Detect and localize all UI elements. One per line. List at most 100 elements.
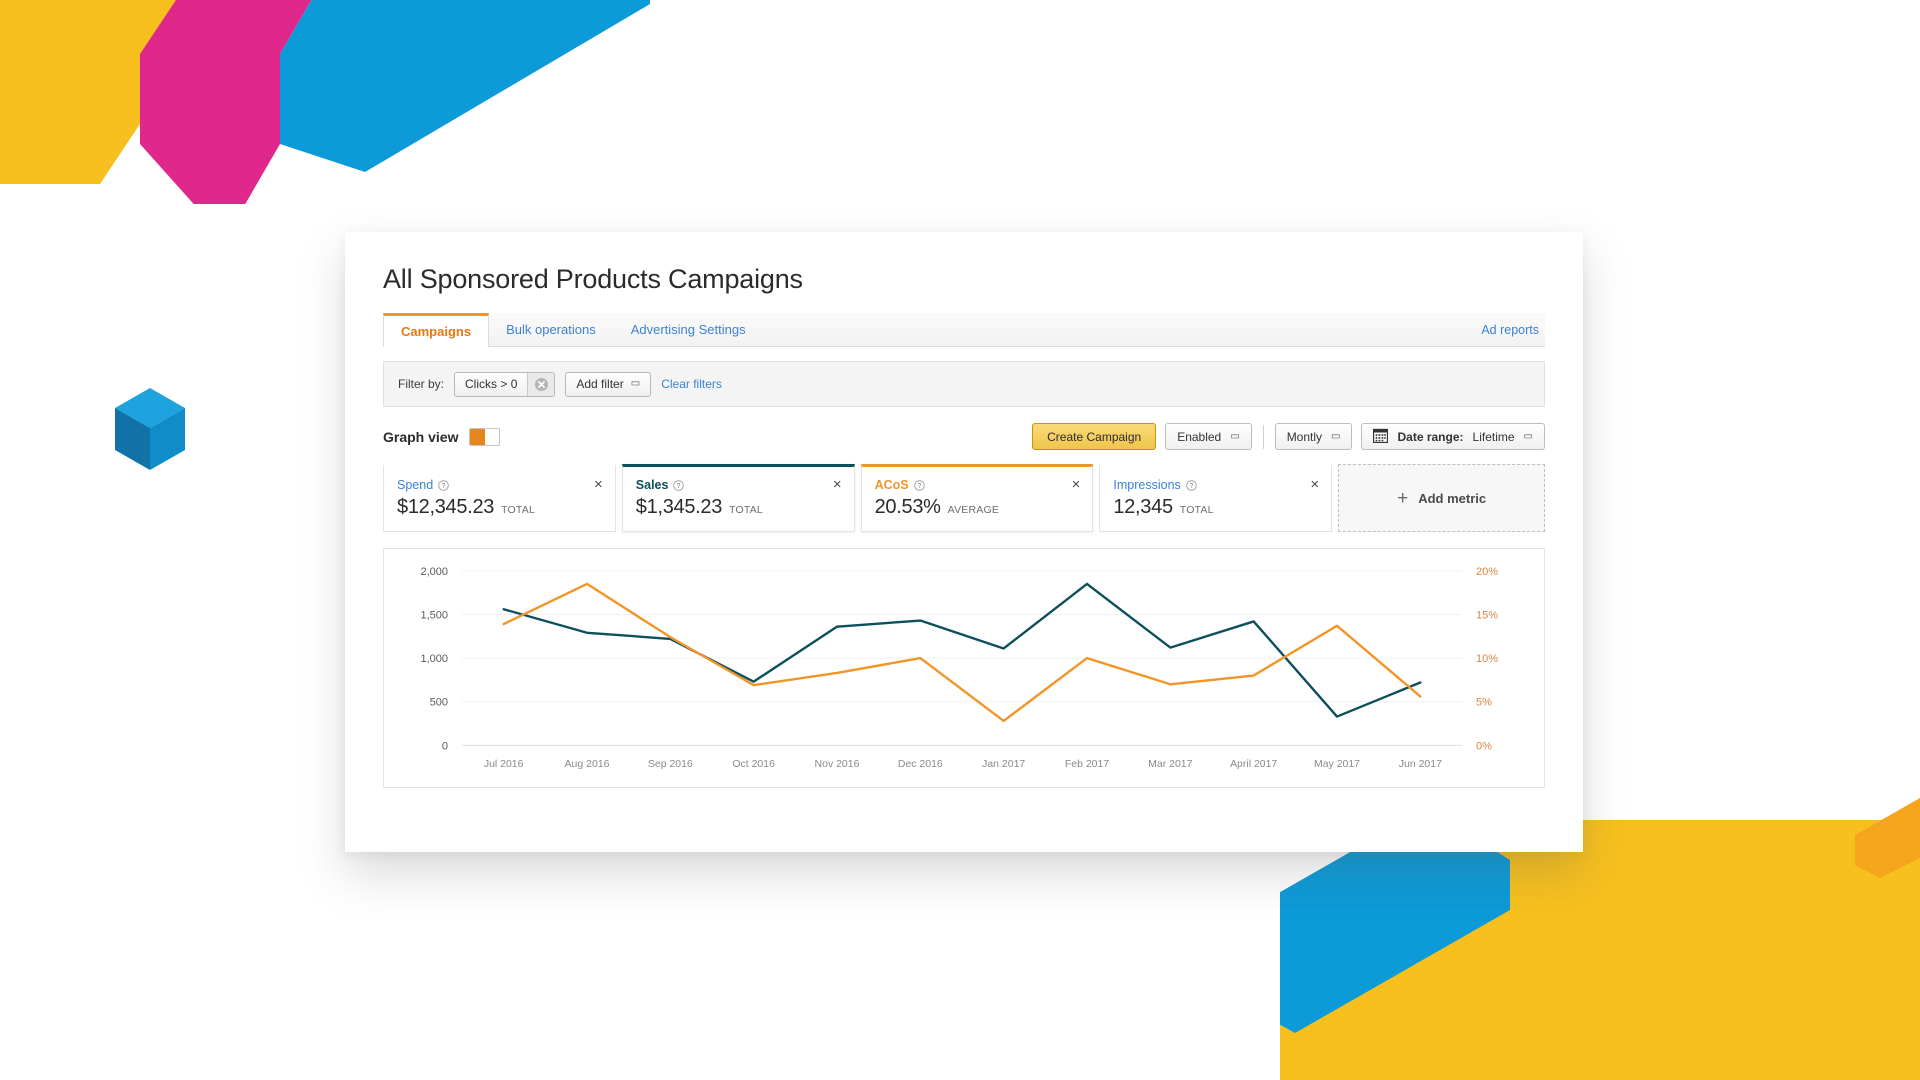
metric-name-sales[interactable]: Sales <box>636 478 669 492</box>
metric-unit-impressions: TOTAL <box>1179 504 1214 516</box>
y-axis-tick-left: 500 <box>430 697 448 709</box>
y-axis-tick-left: 1,500 <box>421 609 448 621</box>
help-icon[interactable]: ? <box>913 479 925 491</box>
date-range-dropdown[interactable]: Date range: Lifetime ▭ <box>1361 423 1545 450</box>
tab-campaigns-label: Campaigns <box>401 324 472 339</box>
filter-chip-clicks[interactable]: Clicks > 0 <box>454 371 556 397</box>
tab-bar: Campaigns Bulk operations Advertising Se… <box>383 313 1545 347</box>
svg-text:?: ? <box>917 483 921 490</box>
ad-reports-link[interactable]: Ad reports <box>1467 313 1545 346</box>
x-axis-tick: Nov 2016 <box>815 759 860 770</box>
remove-metric-spend-icon[interactable]: × <box>594 477 603 492</box>
toggle-knob <box>470 428 486 445</box>
x-axis-tick: Jan 2017 <box>982 759 1025 770</box>
x-axis-tick: Jun 2017 <box>1399 759 1442 770</box>
remove-filter-icon[interactable] <box>528 372 555 396</box>
trend-line-chart: 0 500 1,000 1,500 2,000 0% 5% 10% 15% 20% Jul 2016… <box>421 566 1499 770</box>
metric-card-impressions[interactable]: Impressions ? × 12,345 TOTAL <box>1099 464 1333 532</box>
svg-text:?: ? <box>1189 483 1193 490</box>
metric-value-impressions: 12,345 <box>1113 496 1173 518</box>
graph-view-toggle[interactable] <box>469 427 501 446</box>
metric-head: Spend ? <box>397 478 602 492</box>
x-axis-tick: April 2017 <box>1230 759 1277 770</box>
metric-cards: Spend ? × $12,345.23 TOTAL Sales ? × $1,… <box>383 464 1545 532</box>
svg-text:?: ? <box>677 483 681 490</box>
y-axis-tick-right: 20% <box>1476 566 1498 578</box>
x-axis-tick: Dec 2016 <box>898 759 943 770</box>
tab-advertising-settings[interactable]: Advertising Settings <box>614 313 764 346</box>
x-axis-tick: Oct 2016 <box>732 759 775 770</box>
metric-head: Impressions ? <box>1113 478 1318 492</box>
date-range-value: Lifetime <box>1472 429 1515 444</box>
metric-value-row: 12,345 TOTAL <box>1113 496 1318 519</box>
y-axis-tick-right: 5% <box>1476 697 1492 709</box>
controls-divider <box>1262 424 1264 449</box>
help-icon[interactable]: ? <box>1186 479 1197 491</box>
svg-text:?: ? <box>442 483 446 490</box>
metric-unit-sales: TOTAL <box>729 504 763 516</box>
add-filter-button[interactable]: Add filter ▭ <box>565 371 652 397</box>
y-axis-tick-right: 15% <box>1476 609 1498 621</box>
x-axis-tick: Jul 2016 <box>484 759 524 770</box>
decorative-cube <box>110 388 190 473</box>
chevron-updown-icon: ▭ <box>1230 430 1240 442</box>
chart-panel: 0 500 1,000 1,500 2,000 0% 5% 10% 15% 20% Jul 2016… <box>383 548 1545 788</box>
tab-advertising-settings-label: Advertising Settings <box>630 322 746 337</box>
graph-view-label: Graph view <box>383 428 459 445</box>
page-title: All Sponsored Products Campaigns <box>383 264 803 294</box>
app-window: All Sponsored Products Campaigns Campaig… <box>345 232 1583 852</box>
chevron-updown-icon: ▭ <box>1523 430 1533 442</box>
create-campaign-label: Create Campaign <box>1047 429 1142 444</box>
tab-bulk-operations[interactable]: Bulk operations <box>489 313 614 346</box>
filter-by-label: Filter by: <box>398 377 445 391</box>
clear-filters-link[interactable]: Clear filters <box>661 377 722 391</box>
decorative-shapes-top-left <box>0 0 650 204</box>
decorative-shape-blue <box>280 0 650 172</box>
y-axis-tick-left: 0 <box>442 740 448 752</box>
calendar-icon <box>1373 428 1389 446</box>
x-axis-tick: Aug 2016 <box>565 759 610 770</box>
metric-value-row: $1,345.23 TOTAL <box>636 496 841 519</box>
tab-bar-spacer <box>764 313 1468 346</box>
graph-view-row: Graph view Create Campaign Enabled ▭ Mon… <box>383 423 1545 450</box>
add-metric-button[interactable]: + Add metric <box>1338 464 1545 532</box>
x-axis-tick: May 2017 <box>1314 759 1360 770</box>
status-filter-label: Enabled <box>1177 429 1222 444</box>
metric-card-spend[interactable]: Spend ? × $12,345.23 TOTAL <box>383 464 616 532</box>
chevron-updown-icon: ▭ <box>630 378 641 389</box>
metric-unit-acos: AVERAGE <box>947 504 1000 516</box>
metric-value-spend: $12,345.23 <box>397 496 495 518</box>
graph-controls: Create Campaign Enabled ▭ Montly ▭ Date … <box>1032 423 1545 450</box>
metric-value-sales: $1,345.23 <box>635 496 723 518</box>
metric-value-row: 20.53% AVERAGE <box>875 496 1080 519</box>
help-icon[interactable]: ? <box>438 479 449 491</box>
metric-unit-spend: TOTAL <box>501 504 535 516</box>
metric-name-spend[interactable]: Spend <box>397 478 433 492</box>
series-line-acos <box>502 582 1422 723</box>
tab-campaigns[interactable]: Campaigns <box>383 313 490 347</box>
screenshot-canvas: All Sponsored Products Campaigns Campaig… <box>0 0 1920 1080</box>
remove-metric-impressions-icon[interactable]: × <box>1310 477 1319 492</box>
y-axis-tick-left: 1,000 <box>421 653 448 665</box>
create-campaign-button[interactable]: Create Campaign <box>1032 423 1157 450</box>
y-axis-tick-right: 0% <box>1476 740 1492 752</box>
metric-name-acos[interactable]: ACoS <box>875 478 909 492</box>
chevron-updown-icon: ▭ <box>1331 430 1341 442</box>
granularity-dropdown[interactable]: Montly ▭ <box>1274 423 1353 450</box>
metric-head: Sales ? <box>636 478 841 492</box>
plus-icon: + <box>1397 487 1409 509</box>
y-axis-tick-right: 10% <box>1476 653 1498 665</box>
y-axis-tick-left: 2,000 <box>421 566 448 578</box>
metric-value-row: $12,345.23 TOTAL <box>397 496 602 519</box>
x-axis-tick: Mar 2017 <box>1148 759 1192 770</box>
metric-card-acos[interactable]: ACoS ? × 20.53% AVERAGE <box>860 464 1094 532</box>
remove-metric-acos-icon[interactable]: × <box>1072 477 1081 492</box>
tab-bulk-operations-label: Bulk operations <box>506 322 596 337</box>
metric-card-sales[interactable]: Sales ? × $1,345.23 TOTAL <box>621 464 855 532</box>
metric-name-impressions[interactable]: Impressions <box>1113 478 1180 492</box>
status-filter-dropdown[interactable]: Enabled ▭ <box>1165 423 1252 450</box>
help-icon[interactable]: ? <box>673 479 685 491</box>
remove-metric-sales-icon[interactable]: × <box>833 477 842 492</box>
metric-value-acos: 20.53% <box>874 496 941 518</box>
x-axis-tick: Sep 2016 <box>648 759 693 770</box>
